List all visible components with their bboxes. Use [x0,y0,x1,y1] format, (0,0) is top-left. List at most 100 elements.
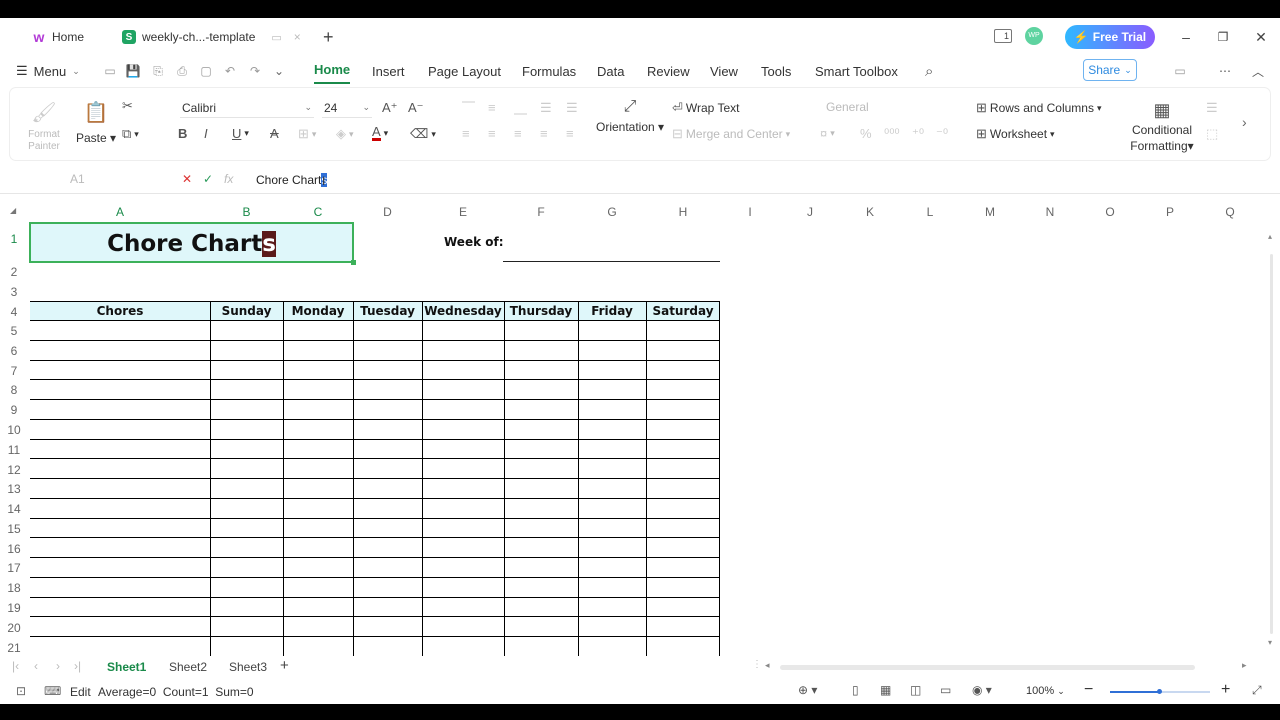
close-window-icon[interactable]: ✕ [1243,18,1279,56]
menu-home[interactable]: Home [314,56,351,84]
fullscreen-icon[interactable]: ⤢ [1252,683,1262,698]
collapse-ribbon-icon[interactable]: ︿ [1250,63,1266,79]
header-thursday[interactable]: Thursday [504,302,578,321]
font-size-select[interactable]: 24 ⌄ [322,98,372,118]
page-break-view-icon[interactable]: ◫ [910,683,921,697]
col-header-i[interactable]: I [720,202,780,222]
orientation-button[interactable]: ⤢ Orientation ▾ [596,98,664,134]
col-header-h[interactable]: H [646,202,720,222]
font-name-select[interactable]: Calibri ⌄ [180,98,314,118]
minimize-icon[interactable]: – [1168,18,1204,56]
outdent-icon[interactable]: ☰ [566,100,578,116]
row-header-13[interactable]: 13 [0,482,28,496]
col-header-m[interactable]: M [960,202,1020,222]
customize-chevron-icon[interactable]: ⌄ [271,63,287,79]
menu-insert[interactable]: Insert [372,56,405,86]
row-header-2[interactable]: 2 [0,265,28,279]
format-painter-button[interactable]: 🖌 Format Painter [24,100,64,153]
last-sheet-icon[interactable]: ›| [74,659,81,673]
page-icon[interactable]: ▯ [852,683,859,697]
zoom-slider-thumb[interactable] [1157,689,1162,694]
reading-view-icon[interactable]: ▭ [940,683,951,697]
fill-handle[interactable] [351,260,356,265]
align-left-icon[interactable]: ≡ [462,126,470,141]
col-header-b[interactable]: B [210,202,283,222]
header-chores[interactable]: Chores [30,302,210,321]
row-header-19[interactable]: 19 [0,601,28,615]
ribbon-scroll-right-icon[interactable]: › [1242,114,1247,130]
header-wednesday[interactable]: Wednesday [422,302,504,321]
clear-format-icon[interactable]: ⌫ ▾ [410,126,436,142]
title-cell[interactable]: Chore Charts [29,222,356,265]
decrease-font-icon[interactable]: A⁻ [408,100,424,116]
row-header-1[interactable]: 1 [0,232,28,246]
col-header-a[interactable]: A [30,202,210,222]
sheet-tab-2[interactable]: Sheet2 [169,660,207,674]
prev-sheet-icon[interactable]: ‹ [34,659,38,673]
merge-center-button[interactable]: ⊟ Merge and Center ▾ [672,126,790,142]
align-right-icon[interactable]: ≡ [514,126,522,141]
row-header-6[interactable]: 6 [0,344,28,358]
row-header-7[interactable]: 7 [0,364,28,378]
distribute-icon[interactable]: ≡ [566,126,574,141]
sheet-tab-3[interactable]: Sheet3 [229,660,267,674]
row-header-16[interactable]: 16 [0,542,28,556]
undo-icon[interactable]: ↶ [222,63,238,79]
menu-button[interactable]: ☰ Menu ⌄ [16,56,80,86]
col-header-j[interactable]: J [780,202,840,222]
col-header-c[interactable]: C [283,202,353,222]
menu-formulas[interactable]: Formulas [522,56,576,86]
col-header-k[interactable]: K [840,202,900,222]
row-header-17[interactable]: 17 [0,561,28,575]
menu-smart-toolbox[interactable]: Smart Toolbox [815,56,898,86]
col-header-e[interactable]: E [422,202,504,222]
select-all-icon[interactable]: ◢ [10,206,16,215]
export-icon[interactable]: ⎘ [150,63,166,79]
zoom-in-icon[interactable]: + [1221,681,1230,699]
row-header-8[interactable]: 8 [0,383,28,397]
worksheet-button[interactable]: ⊞ Worksheet ▾ [976,126,1055,142]
indent-icon[interactable]: ☰ [540,100,552,116]
new-tab-button[interactable]: + [323,18,334,56]
strikethrough-icon[interactable]: A [270,126,279,141]
first-sheet-icon[interactable]: |‹ [12,659,19,673]
row-header-9[interactable]: 9 [0,403,28,417]
pin-icon[interactable]: ▭ [271,31,281,44]
row-header-3[interactable]: 3 [0,285,28,299]
row-header-20[interactable]: 20 [0,621,28,635]
print-icon[interactable]: ⎙ [174,63,190,79]
close-tab-icon[interactable]: × [294,30,301,44]
align-top-icon[interactable]: ⎺ [462,100,475,116]
zoom-out-icon[interactable]: − [1084,681,1093,699]
row-header-4[interactable]: 4 [0,305,28,319]
zoom-slider-track[interactable] [1110,689,1210,694]
increase-decimal-icon[interactable]: ⁺⁰ [912,126,924,142]
vertical-scrollbar[interactable]: ▴ ▾ [1268,232,1276,652]
bold-icon[interactable]: B [178,126,187,141]
styles-icon[interactable]: ☰ [1206,100,1218,116]
menu-data[interactable]: Data [597,56,624,86]
paste-button[interactable]: 📋 Paste ▾ [76,100,116,145]
open-folder-icon[interactable]: ▭ [102,63,118,79]
cut-icon[interactable]: ✂ [122,98,133,114]
free-trial-button[interactable]: ⚡ Free Trial [1065,25,1155,49]
col-header-g[interactable]: G [578,202,646,222]
avatar[interactable]: WP [1025,27,1043,45]
eye-protection-icon[interactable]: ◉ ▾ [972,683,992,697]
row-header-14[interactable]: 14 [0,502,28,516]
row-header-12[interactable]: 12 [0,463,28,477]
borders-icon[interactable]: ⊞ ▾ [298,126,316,142]
normal-view-icon[interactable]: ▦ [880,683,891,697]
font-color-icon[interactable]: A ▾ [372,125,388,141]
fill-color-icon[interactable]: ◈ ▾ [336,126,354,142]
col-header-d[interactable]: D [353,202,422,222]
row-header-11[interactable]: 11 [0,443,28,457]
menu-page-layout[interactable]: Page Layout [428,56,501,86]
restore-icon[interactable]: ❐ [1205,18,1241,56]
increase-font-icon[interactable]: A⁺ [382,100,398,116]
more-icon[interactable]: ⋯ [1217,63,1233,79]
zoom-level[interactable]: 100% ⌄ [1026,685,1065,697]
header-sunday[interactable]: Sunday [210,302,283,321]
header-friday[interactable]: Friday [578,302,646,321]
number-format-select[interactable]: General [826,100,869,114]
